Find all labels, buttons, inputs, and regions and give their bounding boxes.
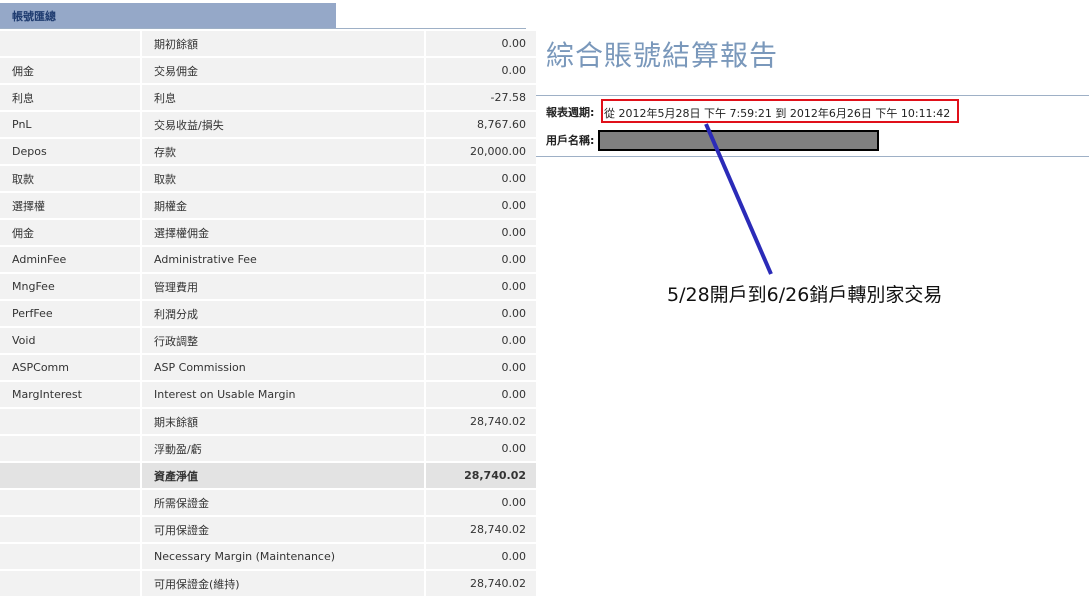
annotation-text: 5/28開戶到6/26銷戶轉別家交易 — [667, 284, 943, 306]
annotation-line — [704, 123, 773, 275]
